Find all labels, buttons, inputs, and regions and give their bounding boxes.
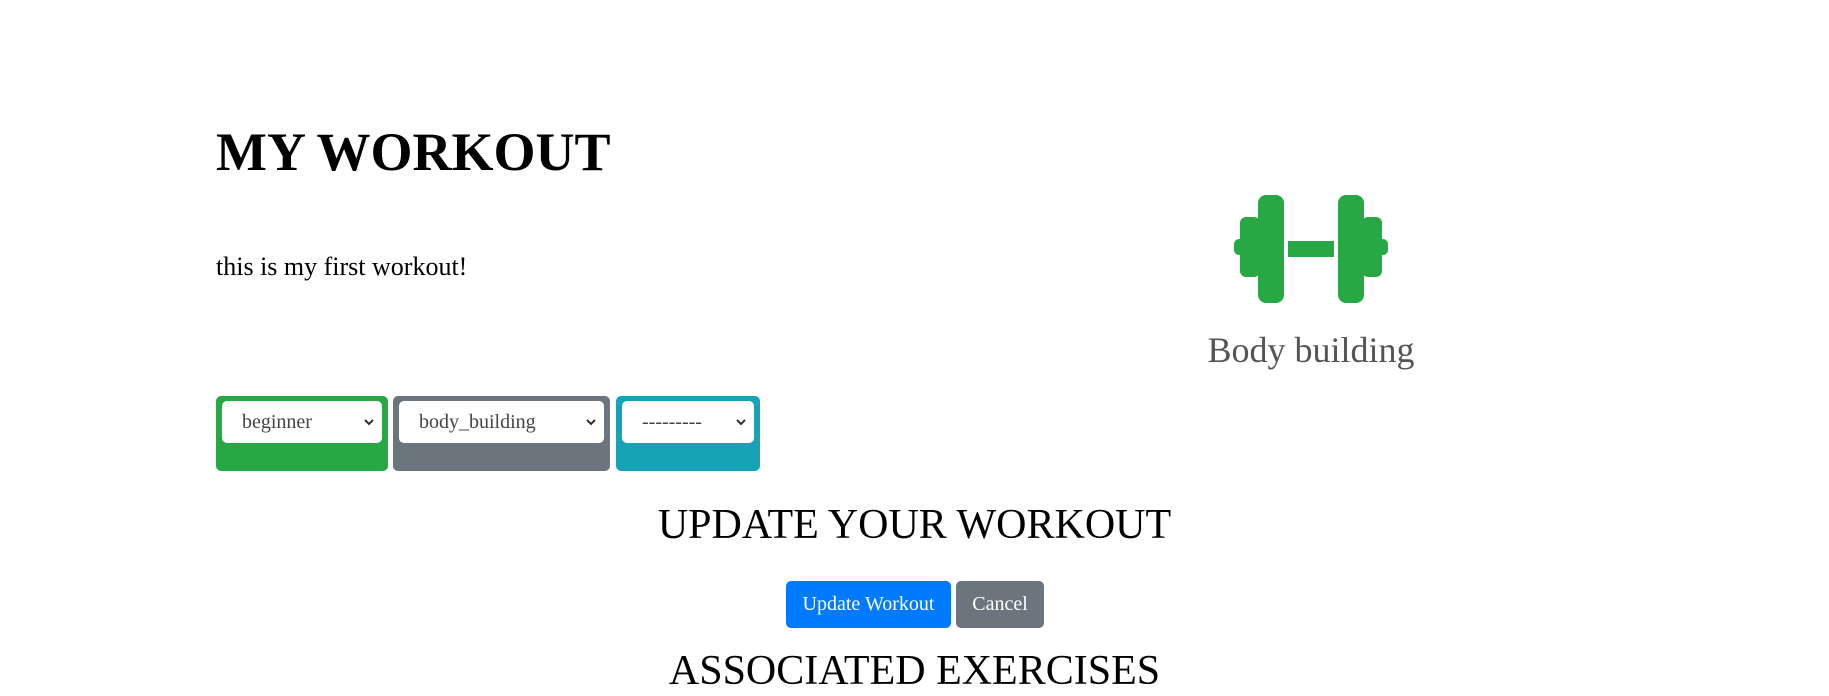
category-select[interactable]: body_building: [399, 401, 604, 443]
update-workout-button[interactable]: Update Workout: [786, 581, 951, 628]
exercise-select[interactable]: ---------: [622, 401, 754, 443]
cancel-button[interactable]: Cancel: [956, 581, 1044, 628]
difficulty-select[interactable]: beginner: [222, 401, 382, 443]
update-workout-heading: UPDATE YOUR WORKOUT: [657, 502, 1172, 548]
chevron-down-icon: [586, 419, 596, 426]
chevron-down-icon: [364, 419, 374, 426]
workout-description: this is my first workout!: [216, 252, 468, 281]
page-title: MY WORKOUT: [216, 122, 611, 182]
exercise-select-container: ---------: [616, 396, 760, 471]
category-select-container: body_building: [393, 396, 610, 471]
associated-exercises-heading: ASSOCIATED EXERCISES: [668, 648, 1161, 694]
difficulty-select-container: beginner: [216, 396, 388, 471]
chevron-down-icon: [736, 419, 746, 426]
dumbbell-icon: [1234, 195, 1388, 303]
difficulty-select-value: beginner: [242, 411, 312, 433]
category-select-value: body_building: [419, 411, 536, 433]
exercise-select-value: ---------: [642, 411, 702, 433]
category-label: Body building: [1207, 330, 1415, 370]
